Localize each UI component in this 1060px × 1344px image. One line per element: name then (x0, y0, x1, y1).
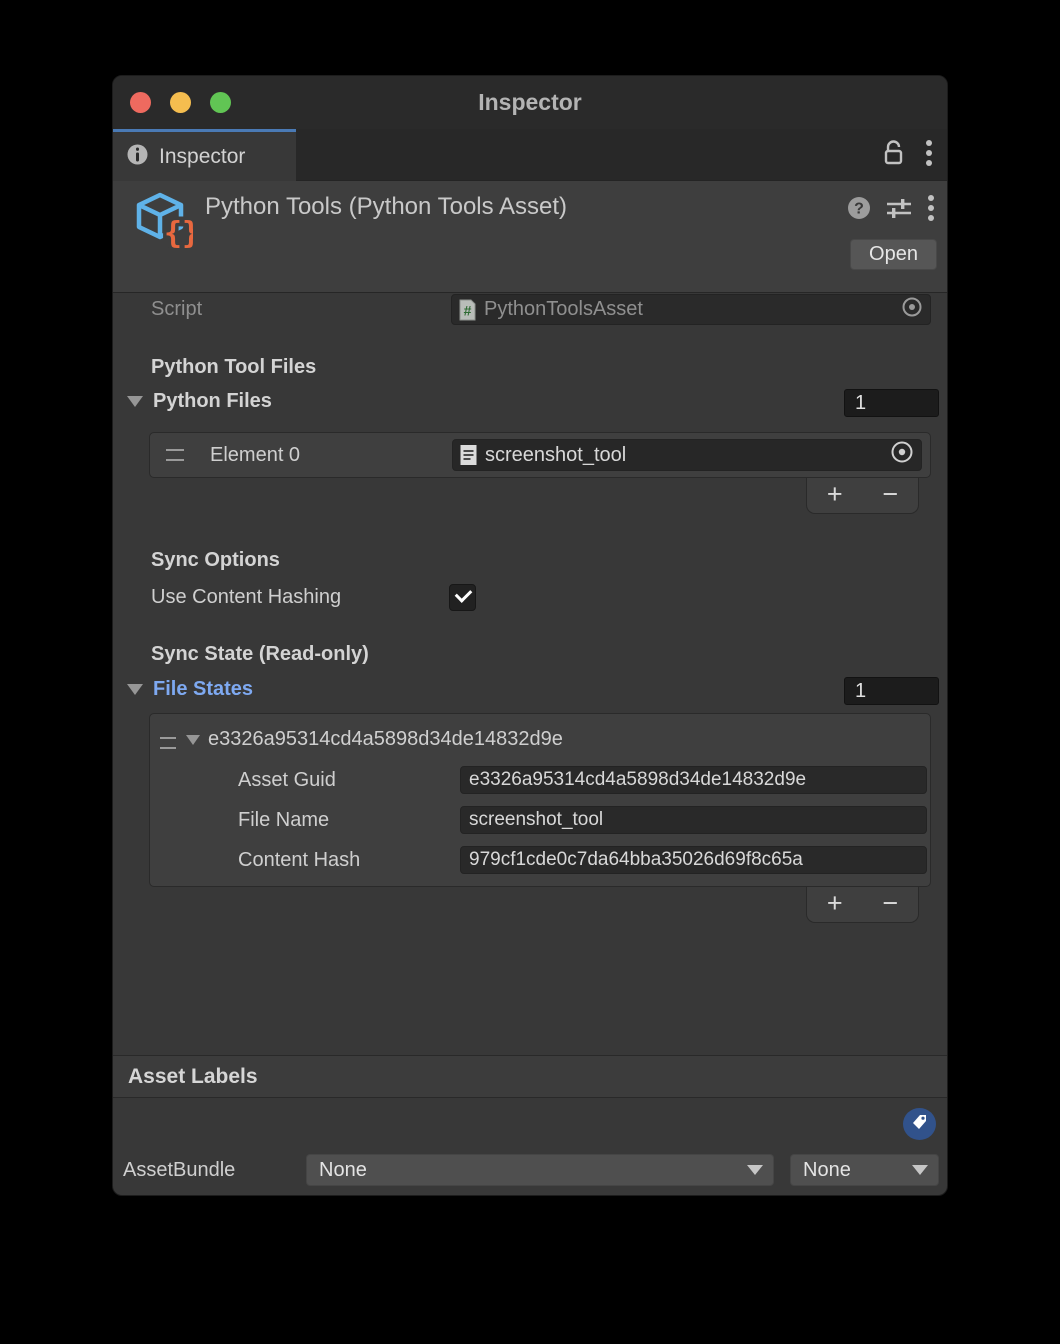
assetbundle-variant-dropdown[interactable]: None (790, 1154, 939, 1186)
file-states-list-box: e3326a95314cd4a5898d34de14832d9e Asset G… (149, 713, 931, 887)
remove-element-button[interactable]: − (863, 478, 919, 513)
text-asset-icon (459, 444, 478, 466)
svg-text:{}: {} (164, 216, 193, 249)
inspector-window: Inspector Inspector (112, 75, 948, 1196)
tab-inspector-label: Inspector (159, 145, 245, 169)
asset-guid-field[interactable]: e3326a95314cd4a5898d34de14832d9e (460, 766, 927, 794)
lock-open-icon[interactable] (883, 140, 905, 171)
content-hash-label: Content Hash (238, 849, 360, 872)
remove-element-button[interactable]: − (863, 887, 919, 922)
tag-icon (910, 1112, 929, 1136)
asset-guid-value: e3326a95314cd4a5898d34de14832d9e (469, 769, 806, 791)
python-files-list-box: Element 0 screenshot_tool (149, 432, 931, 478)
element-field-value: screenshot_tool (485, 444, 626, 467)
content-hash-field[interactable]: 979cf1cde0c7da64bba35026d69f8c65a (460, 846, 927, 874)
svg-text:#: # (464, 302, 472, 318)
assetbundle-dropdown-value: None (319, 1159, 367, 1182)
assetbundle-dropdown[interactable]: None (306, 1154, 774, 1186)
screen: Inspector Inspector (0, 0, 1060, 1344)
python-files-count-field[interactable]: 1 (844, 389, 939, 417)
asset-guid-label: Asset Guid (238, 769, 336, 792)
python-files-array-label[interactable]: Python Files (153, 390, 272, 413)
drag-handle-icon[interactable] (160, 736, 176, 754)
presets-icon[interactable] (886, 196, 912, 225)
file-name-field[interactable]: screenshot_tool (460, 806, 927, 834)
sync-options-section-header: Sync Options (151, 549, 280, 572)
python-files-foldout-icon[interactable] (127, 394, 143, 412)
kebab-menu-icon[interactable] (927, 194, 935, 227)
chevron-down-icon (747, 1165, 763, 1175)
chevron-down-icon (912, 1165, 928, 1175)
script-label: Script (151, 298, 202, 321)
python-files-element-row[interactable]: Element 0 screenshot_tool (150, 433, 930, 477)
tab-inspector[interactable]: Inspector (113, 129, 296, 181)
sync-state-section-header: Sync State (Read-only) (151, 643, 369, 666)
csharp-script-icon: # (458, 299, 477, 321)
object-picker-icon[interactable] (890, 440, 914, 470)
asset-label-tag-button[interactable] (903, 1108, 936, 1140)
kebab-menu-icon[interactable] (925, 139, 933, 172)
object-picker-icon[interactable] (901, 296, 923, 324)
open-button[interactable]: Open (850, 239, 937, 270)
element-label: Element 0 (210, 444, 300, 467)
window-titlebar[interactable]: Inspector (113, 76, 947, 129)
file-states-array-label[interactable]: File States (153, 678, 253, 701)
asset-title: Python Tools (Python Tools Asset) (205, 193, 567, 221)
tab-strip: Inspector (113, 129, 947, 181)
python-tool-files-section-header: Python Tool Files (151, 356, 316, 379)
script-field-value: PythonToolsAsset (484, 298, 643, 321)
window-title: Inspector (113, 76, 947, 129)
add-element-button[interactable]: + (807, 478, 863, 513)
asset-labels-title: Asset Labels (128, 1065, 258, 1089)
content-hash-value: 979cf1cde0c7da64bba35026d69f8c65a (469, 849, 803, 871)
drag-handle-icon[interactable] (166, 449, 184, 461)
file-name-label: File Name (238, 809, 329, 832)
file-states-array-footer: + − (806, 887, 919, 923)
assetbundle-label: AssetBundle (123, 1159, 235, 1182)
assetbundle-variant-value: None (803, 1159, 851, 1182)
file-states-foldout-icon[interactable] (127, 682, 143, 700)
script-object-field[interactable]: # PythonToolsAsset (451, 294, 931, 325)
asset-header: {} Python Tools (Python Tools Asset) ? O… (113, 181, 947, 293)
file-name-value: screenshot_tool (469, 809, 603, 831)
use-content-hashing-checkbox[interactable] (449, 584, 476, 611)
svg-text:?: ? (854, 201, 864, 218)
file-states-count-field[interactable]: 1 (844, 677, 939, 705)
file-state-foldout-icon[interactable] (186, 732, 200, 750)
checkmark-icon (455, 585, 473, 603)
asset-labels-section-header[interactable]: Asset Labels (113, 1055, 947, 1098)
add-element-button[interactable]: + (807, 887, 863, 922)
help-icon[interactable]: ? (847, 196, 871, 225)
file-state-entry-title[interactable]: e3326a95314cd4a5898d34de14832d9e (208, 728, 563, 751)
scriptable-object-icon: {} (133, 189, 193, 254)
info-icon (126, 143, 149, 171)
python-files-array-footer: + − (806, 478, 919, 514)
element-object-field[interactable]: screenshot_tool (452, 439, 922, 471)
